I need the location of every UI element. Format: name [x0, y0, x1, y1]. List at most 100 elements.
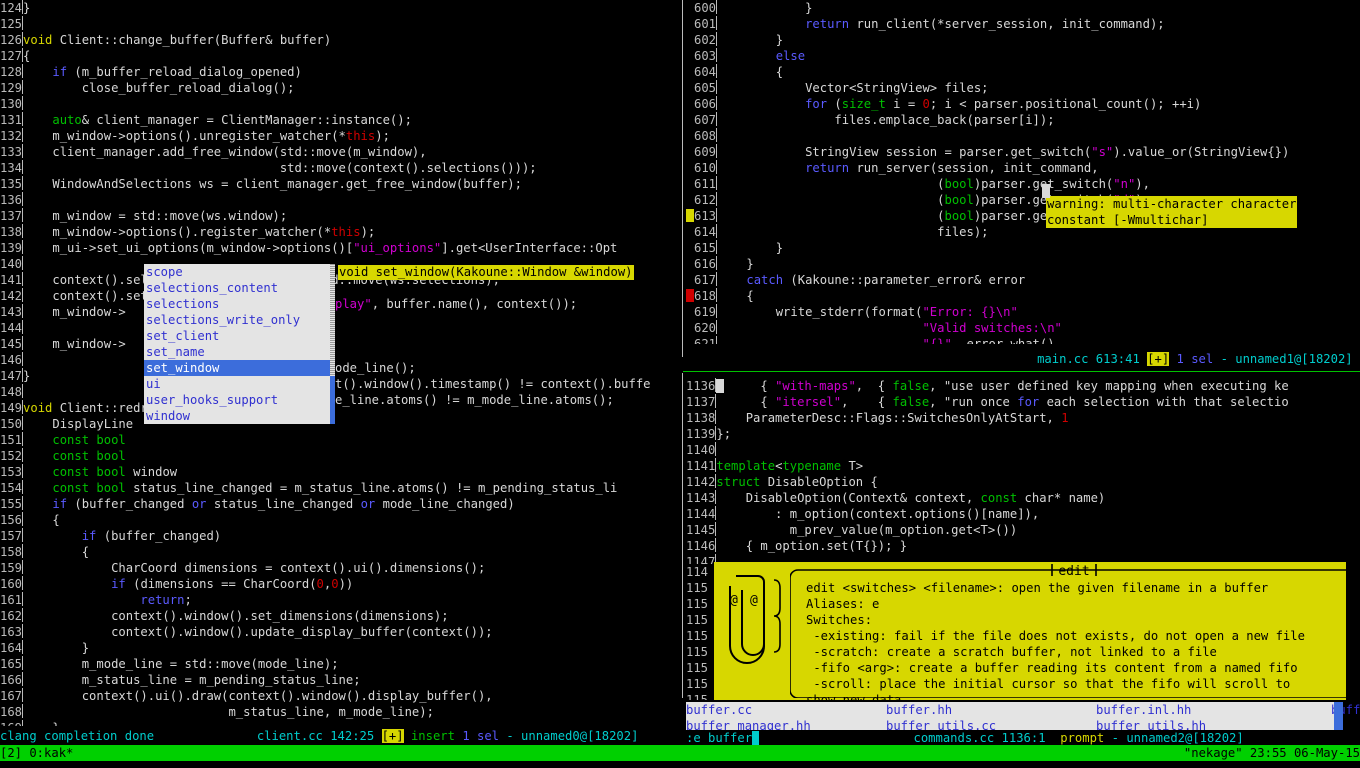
status-session: unnamed2@[18202]	[1126, 731, 1243, 745]
code-line: 134 std::move(context().selections()));	[0, 160, 682, 176]
doc-line: Aliases: e	[806, 596, 1305, 612]
code-line: 144	[0, 320, 682, 336]
code-line-tail: play", buffer.name(), context());	[335, 296, 577, 312]
code-line: 124}	[0, 0, 682, 16]
code-line: 125	[0, 16, 682, 32]
code-line: 620 "Valid switches:\n"	[686, 320, 1360, 336]
vertical-split-divider-lower[interactable]	[682, 373, 683, 698]
code-line: 137 m_window = std::move(ws.window);	[0, 208, 682, 224]
code-line: 1141template<typename T>	[686, 458, 1360, 474]
diagnostic-flag[interactable]	[686, 289, 694, 302]
tmux-session-info: "nekage" 23:55 06-May-15	[1184, 746, 1360, 760]
cursor-block	[1042, 184, 1050, 198]
code-line: 617 catch (Kakoune::parameter_error& err…	[686, 272, 1360, 288]
doc-popup-body: edit <switches> <filename>: open the giv…	[806, 580, 1305, 708]
code-line: 1144 : m_option(context.options()[name])…	[686, 506, 1360, 522]
completion-menu[interactable]: scopeselections_contentselectionsselecti…	[144, 264, 330, 424]
status-separator: -	[506, 729, 513, 743]
code-line-tail: e_line.atoms() != m_mode_line.atoms();	[335, 392, 614, 408]
diagnostic-flag[interactable]	[686, 209, 694, 222]
code-line: 167 context().ui().draw(context().window…	[0, 688, 682, 704]
status-mode: prompt	[1060, 731, 1104, 745]
code-line: 128 if (m_buffer_reload_dialog_opened)	[0, 64, 682, 80]
code-line: 166 m_status_line = m_pending_status_lin…	[0, 672, 682, 688]
right-top-status-line: main.cc 613:41 [+] 1 sel - unnamed1@[182…	[686, 351, 1360, 368]
code-line: 127{	[0, 48, 682, 64]
code-line: 1138 ParameterDesc::Flags::SwitchesOnlyA…	[686, 410, 1360, 426]
completion-item[interactable]: set_client	[144, 328, 330, 344]
status-mode: insert	[411, 729, 455, 743]
file-menu-item[interactable]: buffer.hh	[886, 702, 952, 718]
tmux-status-left: [2] 0:kak*	[0, 745, 686, 761]
code-line: 136	[0, 192, 682, 208]
code-line: 160 if (dimensions == CharCoord(0,0))	[0, 576, 682, 592]
completion-item[interactable]: set_name	[144, 344, 330, 360]
modified-flag: [+]	[1147, 352, 1169, 366]
completion-item[interactable]: selections	[144, 296, 330, 312]
code-line: 600 }	[686, 0, 1360, 16]
completion-item[interactable]: window	[144, 408, 330, 424]
completion-item[interactable]: scope	[144, 264, 330, 280]
code-line: 154 const bool status_line_changed = m_s…	[0, 480, 682, 496]
code-line: 168 m_status_line, m_mode_line);	[0, 704, 682, 720]
file-menu-item[interactable]: buffer.inl.hh	[1096, 702, 1191, 718]
right-top-editor-pane[interactable]: 600 }601 return run_client(*server_sessi…	[686, 0, 1360, 344]
code-line: 608	[686, 128, 1360, 144]
code-line: 126void Client::change_buffer(Buffer& bu…	[0, 32, 682, 48]
code-line: 165 m_mode_line = std::move(mode_line);	[0, 656, 682, 672]
code-line: 138 m_window->options().register_watcher…	[0, 224, 682, 240]
completion-item[interactable]: selections_content	[144, 280, 330, 296]
file-menu-item[interactable]: buffer.cc	[686, 702, 752, 718]
diagnostic-line: warning: multi-character character	[1047, 196, 1296, 212]
code-line: 150 DisplayLine	[0, 416, 682, 432]
code-line: 162 context().window().set_dimensions(di…	[0, 608, 682, 624]
doc-line: Switches:	[806, 612, 1305, 628]
command-prompt[interactable]: :e buffer	[686, 731, 752, 745]
code-line: 131 auto& client_manager = ClientManager…	[0, 112, 682, 128]
code-line: 611 (bool)parser.get_switch("n"),	[686, 176, 1360, 192]
right-bottom-editor-pane[interactable]: 1136 { "with-maps", { false, "use user d…	[686, 378, 1360, 564]
code-line: 159 CharCoord dimensions = context().ui(…	[0, 560, 682, 576]
svg-text:@: @	[750, 593, 758, 608]
code-line: 606 for (size_t i = 0; i < parser.positi…	[686, 96, 1360, 112]
code-line: 1137 { "itersel", { false, "run once for…	[686, 394, 1360, 410]
doc-line: edit <switches> <filename>: open the giv…	[806, 580, 1305, 596]
vertical-split-divider[interactable]	[682, 0, 683, 357]
code-line: 621 "{}", error.what(),	[686, 336, 1360, 344]
status-separator: -	[1221, 352, 1228, 366]
doc-popup-title: edit	[1058, 564, 1089, 579]
status-file: main.cc 613:41	[1037, 352, 1140, 366]
completion-item[interactable]: set_window	[144, 360, 330, 376]
completion-item[interactable]: ui	[144, 376, 330, 392]
code-line: 1139};	[686, 426, 1360, 442]
code-line: 616 }	[686, 256, 1360, 272]
code-line: 130	[0, 96, 682, 112]
code-line: 1142struct DisableOption {	[686, 474, 1360, 490]
code-line: 169 }	[0, 720, 682, 726]
code-line: 145 m_window->	[0, 336, 682, 352]
code-line: 1146 { m_option.set(T{}); }	[686, 538, 1360, 554]
code-line: 619 write_stderr(format("Error: {}\n"	[686, 304, 1360, 320]
code-line: 605 Vector<StringView> files;	[686, 80, 1360, 96]
code-line: 1140	[686, 442, 1360, 458]
code-line: 152 const bool	[0, 448, 682, 464]
code-line: 615 }	[686, 240, 1360, 256]
completion-item[interactable]: selections_write_only	[144, 312, 330, 328]
code-line-tail: ode_line();	[335, 360, 416, 376]
diagnostic-warning-box: warning: multi-character characterconsta…	[1046, 196, 1297, 228]
status-session: unnamed1@[18202]	[1235, 352, 1352, 366]
tmux-status-right: "nekage" 23:55 06-May-15	[686, 745, 1360, 761]
doc-line: -existing: fail if the file does not exi…	[806, 628, 1305, 644]
doc-line: -scratch: create a scratch buffer, not l…	[806, 644, 1305, 660]
terminal-screen: 124}125126void Client::change_buffer(Buf…	[0, 0, 1360, 768]
code-line: 151 const bool	[0, 432, 682, 448]
code-line: 602 }	[686, 32, 1360, 48]
code-line-tail: t().window().timestamp() != context().bu…	[335, 376, 651, 392]
code-line: 139 m_ui->set_ui_options(m_window->optio…	[0, 240, 682, 256]
doc-line: -scroll: place the initial cursor so tha…	[806, 676, 1305, 692]
horizontal-split-divider[interactable]	[683, 371, 1360, 372]
tmux-window-list[interactable]: [2] 0:kak*	[0, 746, 73, 760]
completion-item[interactable]: user_hooks_support	[144, 392, 330, 408]
code-line: 157 if (buffer_changed)	[0, 528, 682, 544]
code-line: 603 else	[686, 48, 1360, 64]
